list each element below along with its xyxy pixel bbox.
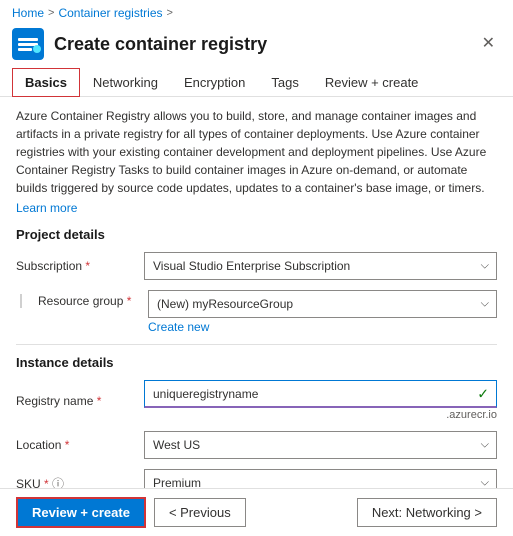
sku-required: * bbox=[44, 477, 49, 489]
breadcrumb-home[interactable]: Home bbox=[12, 6, 44, 20]
location-control: West US ⌵ bbox=[144, 431, 497, 459]
project-details-title: Project details bbox=[16, 227, 497, 242]
next-button[interactable]: Next: Networking > bbox=[357, 498, 497, 527]
tab-basics[interactable]: Basics bbox=[12, 68, 80, 97]
content-area: Azure Container Registry allows you to b… bbox=[0, 97, 513, 488]
subscription-dropdown[interactable]: Visual Studio Enterprise Subscription bbox=[144, 252, 497, 280]
learn-more-link[interactable]: Learn more bbox=[16, 201, 497, 215]
resource-group-dropdown[interactable]: (New) myResourceGroup bbox=[148, 290, 497, 318]
subscription-control: Visual Studio Enterprise Subscription ⌵ bbox=[144, 252, 497, 280]
resource-group-label-col: Resource group * bbox=[16, 290, 140, 308]
tab-networking[interactable]: Networking bbox=[80, 68, 171, 97]
registry-name-label: Registry name * bbox=[16, 394, 136, 408]
section-divider bbox=[16, 344, 497, 345]
location-dropdown-wrapper: West US ⌵ bbox=[144, 431, 497, 459]
resource-group-row: Resource group * (New) myResourceGroup ⌵… bbox=[16, 290, 497, 334]
location-required: * bbox=[65, 438, 70, 452]
close-button[interactable]: ✕ bbox=[476, 34, 501, 54]
registry-name-input[interactable] bbox=[144, 380, 497, 408]
create-container-registry-panel: Home > Container registries > Create con… bbox=[0, 0, 513, 536]
description-text: Azure Container Registry allows you to b… bbox=[16, 107, 497, 197]
review-create-button[interactable]: Review + create bbox=[16, 497, 146, 528]
location-row: Location * West US ⌵ bbox=[16, 431, 497, 459]
sku-dropdown-wrapper: Premium ⌵ bbox=[144, 469, 497, 488]
page-title: Create container registry bbox=[54, 34, 466, 55]
location-label: Location * bbox=[16, 438, 136, 452]
breadcrumb: Home > Container registries > bbox=[0, 0, 513, 24]
tab-bar: Basics Networking Encryption Tags Review… bbox=[0, 68, 513, 97]
resource-group-required: * bbox=[127, 294, 132, 308]
subscription-row: Subscription * Visual Studio Enterprise … bbox=[16, 252, 497, 280]
registry-name-valid-icon: ✓ bbox=[477, 386, 489, 403]
resource-group-label: Resource group * bbox=[20, 294, 140, 308]
breadcrumb-container-registries[interactable]: Container registries bbox=[58, 6, 162, 20]
resource-group-control: (New) myResourceGroup ⌵ Create new bbox=[148, 290, 497, 334]
tab-review-create[interactable]: Review + create bbox=[312, 68, 432, 97]
sku-label: SKU * ⓘ bbox=[16, 475, 136, 489]
tab-encryption[interactable]: Encryption bbox=[171, 68, 258, 97]
create-new-link[interactable]: Create new bbox=[148, 320, 497, 334]
azurecr-suffix: .azurecr.io bbox=[144, 409, 497, 421]
registry-name-control: ✓ .azurecr.io bbox=[144, 380, 497, 421]
breadcrumb-separator-2: > bbox=[167, 7, 173, 19]
instance-details-title: Instance details bbox=[16, 355, 497, 370]
previous-button[interactable]: < Previous bbox=[154, 498, 246, 527]
sku-row: SKU * ⓘ Premium ⌵ bbox=[16, 469, 497, 488]
subscription-dropdown-wrapper: Visual Studio Enterprise Subscription ⌵ bbox=[144, 252, 497, 280]
breadcrumb-separator-1: > bbox=[48, 7, 54, 19]
resource-group-dropdown-wrapper: (New) myResourceGroup ⌵ bbox=[148, 290, 497, 318]
panel-header: Create container registry ✕ bbox=[0, 24, 513, 68]
registry-name-row: Registry name * ✓ .azurecr.io bbox=[16, 380, 497, 421]
registry-name-input-wrapper: ✓ bbox=[144, 380, 497, 408]
subscription-required: * bbox=[85, 259, 90, 273]
sku-control: Premium ⌵ bbox=[144, 469, 497, 488]
registry-name-required: * bbox=[97, 394, 102, 408]
sku-info-icon[interactable]: ⓘ bbox=[52, 477, 64, 489]
footer: Review + create < Previous Next: Network… bbox=[0, 488, 513, 536]
subscription-label: Subscription * bbox=[16, 259, 136, 273]
location-dropdown[interactable]: West US bbox=[144, 431, 497, 459]
sku-dropdown[interactable]: Premium bbox=[144, 469, 497, 488]
tab-tags[interactable]: Tags bbox=[258, 68, 311, 97]
registry-icon bbox=[12, 28, 44, 60]
